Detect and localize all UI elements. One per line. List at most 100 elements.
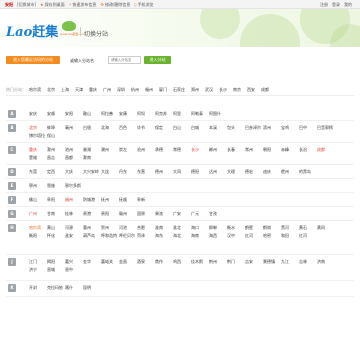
city-link[interactable]: 滁州	[47, 146, 65, 154]
city-link[interactable]: 抚顺	[119, 196, 137, 204]
city-link[interactable]: 金昌	[119, 258, 137, 266]
city-link[interactable]: 大同	[173, 168, 191, 176]
city-link[interactable]: 鞍山	[83, 110, 101, 118]
city-link[interactable]: 的黑岛	[299, 168, 317, 176]
city-link[interactable]: 喀什	[65, 284, 83, 292]
site-logo[interactable]: Lao赶集	[6, 21, 58, 40]
city-link[interactable]: 佛山	[29, 196, 47, 204]
city-link[interactable]: 大庆	[65, 168, 83, 176]
city-link[interactable]: 哈尔滨	[29, 224, 47, 232]
city-link[interactable]: 滨州	[263, 124, 281, 132]
city-link[interactable]: 红河	[299, 232, 317, 240]
city-link[interactable]: 毕节	[137, 124, 155, 132]
enter-station-button[interactable]: 进入分站	[144, 56, 171, 64]
city-link[interactable]: 嘉峪关	[101, 258, 119, 266]
city-link[interactable]: 赤峰	[281, 146, 299, 154]
city-link[interactable]: 北京	[29, 124, 47, 132]
city-link[interactable]: 大连	[101, 168, 119, 176]
city-link[interactable]: 吉安	[245, 258, 263, 266]
hot-city-link[interactable]: 福州	[145, 87, 153, 93]
city-link[interactable]: 达州	[209, 168, 227, 176]
city-link[interactable]: 济宁	[29, 266, 47, 274]
city-link[interactable]: 贵港	[83, 210, 101, 218]
city-link[interactable]: 鄂尔多斯	[65, 182, 83, 190]
city-link[interactable]: 朝阳	[263, 146, 281, 154]
city-link[interactable]: 衡阳	[29, 232, 47, 240]
my-account-link[interactable]: 我的	[344, 2, 352, 8]
city-link[interactable]: 德州	[155, 168, 173, 176]
city-link[interactable]: 鹤岗	[263, 224, 281, 232]
hot-city-link[interactable]: 重庆	[89, 87, 97, 93]
city-link[interactable]: 北海	[101, 124, 119, 132]
city-link[interactable]: 宝鸡	[281, 124, 299, 132]
recent-station-button[interactable]: 进入您最近访问的分站	[6, 56, 60, 64]
city-link[interactable]: 淮北	[173, 224, 191, 232]
save-desktop-link[interactable]: ★保存到桌面	[40, 2, 65, 8]
city-link[interactable]: 淮南	[155, 224, 173, 232]
city-link[interactable]: 金华	[83, 258, 101, 266]
hot-city-link[interactable]: 武汉	[205, 87, 213, 93]
city-link[interactable]: 哈密	[263, 232, 281, 240]
city-link[interactable]: 甘南	[47, 210, 65, 218]
city-link[interactable]: 蚌埠	[47, 124, 65, 132]
city-link[interactable]: 儋州	[281, 168, 299, 176]
city-link[interactable]: 果洛	[155, 210, 173, 218]
switch-city-link[interactable]: [切换城市]	[17, 2, 36, 8]
city-link[interactable]: 阿坝	[137, 110, 155, 118]
city-link[interactable]: 崇左	[119, 146, 137, 154]
city-link[interactable]: 重庆	[29, 146, 47, 154]
city-link[interactable]: 黑河	[281, 224, 299, 232]
city-link[interactable]: 保山	[47, 132, 65, 140]
city-link[interactable]: 固原	[137, 210, 155, 218]
city-link[interactable]: 黄山	[47, 224, 65, 232]
city-link[interactable]: 昆明	[83, 284, 101, 292]
city-link[interactable]: 合肥	[137, 224, 155, 232]
city-link[interactable]: 和田	[281, 232, 299, 240]
city-link[interactable]: 潮州	[101, 146, 119, 154]
city-link[interactable]: 酒泉	[137, 258, 155, 266]
hot-city-link[interactable]: 上海	[61, 87, 69, 93]
edit-delete-link[interactable]: ⚙修改/删除信息	[100, 2, 130, 8]
hot-city-link[interactable]: 北京	[47, 87, 55, 93]
city-link[interactable]: 迪庆	[263, 168, 281, 176]
city-link[interactable]: 巴中	[299, 124, 317, 132]
city-link[interactable]: 安康	[119, 110, 137, 118]
city-link[interactable]: 海口	[191, 224, 209, 232]
city-link[interactable]: 安阳	[65, 110, 83, 118]
city-link[interactable]: 大理	[227, 168, 245, 176]
hot-city-link[interactable]: 厦门	[159, 87, 167, 93]
city-link[interactable]: 沧州	[137, 146, 155, 154]
city-link[interactable]: 揭阳	[47, 258, 65, 266]
city-link[interactable]: 广安	[173, 210, 191, 218]
hot-city-link[interactable]: 西安	[247, 87, 255, 93]
city-link[interactable]: 佳木斯	[191, 258, 209, 266]
city-link[interactable]: 恩施	[47, 182, 65, 190]
hot-city-link[interactable]: 成都	[261, 87, 269, 93]
current-city[interactable]: 安阳	[5, 2, 13, 8]
city-link[interactable]: 贵阳	[101, 210, 119, 218]
city-link[interactable]: 江门	[29, 258, 47, 266]
city-link[interactable]: 东营	[137, 168, 155, 176]
city-link[interactable]: 黄石	[299, 224, 317, 232]
hot-city-link[interactable]: 天津	[75, 87, 83, 93]
city-link[interactable]: 呼和浩特	[101, 232, 119, 240]
city-link[interactable]: 广州	[29, 210, 47, 218]
city-link[interactable]: 德宏	[245, 168, 263, 176]
city-link[interactable]: 楚雄	[29, 154, 47, 162]
city-link[interactable]: 贺州	[101, 224, 119, 232]
register-link[interactable]: 注册	[320, 2, 328, 8]
city-link[interactable]: 海南	[191, 232, 209, 240]
hot-city-link[interactable]: 长沙	[219, 87, 227, 93]
city-link[interactable]: 昌都	[65, 154, 83, 162]
hot-city-link[interactable]: 郑州	[191, 87, 199, 93]
city-link[interactable]: 博尔塔拉	[29, 132, 47, 140]
city-link[interactable]: 晋城	[47, 266, 65, 274]
city-link[interactable]: 安庆	[29, 110, 47, 118]
city-link[interactable]: 怀化	[47, 232, 65, 240]
city-link[interactable]: 德阳	[191, 168, 209, 176]
city-link[interactable]: 九江	[281, 258, 299, 266]
city-link[interactable]: 呼伦贝尔	[119, 232, 137, 240]
city-link[interactable]: 包头	[227, 124, 245, 132]
hot-city-link[interactable]: 南京	[233, 87, 241, 93]
hot-city-link[interactable]: 石家庄	[173, 87, 185, 93]
